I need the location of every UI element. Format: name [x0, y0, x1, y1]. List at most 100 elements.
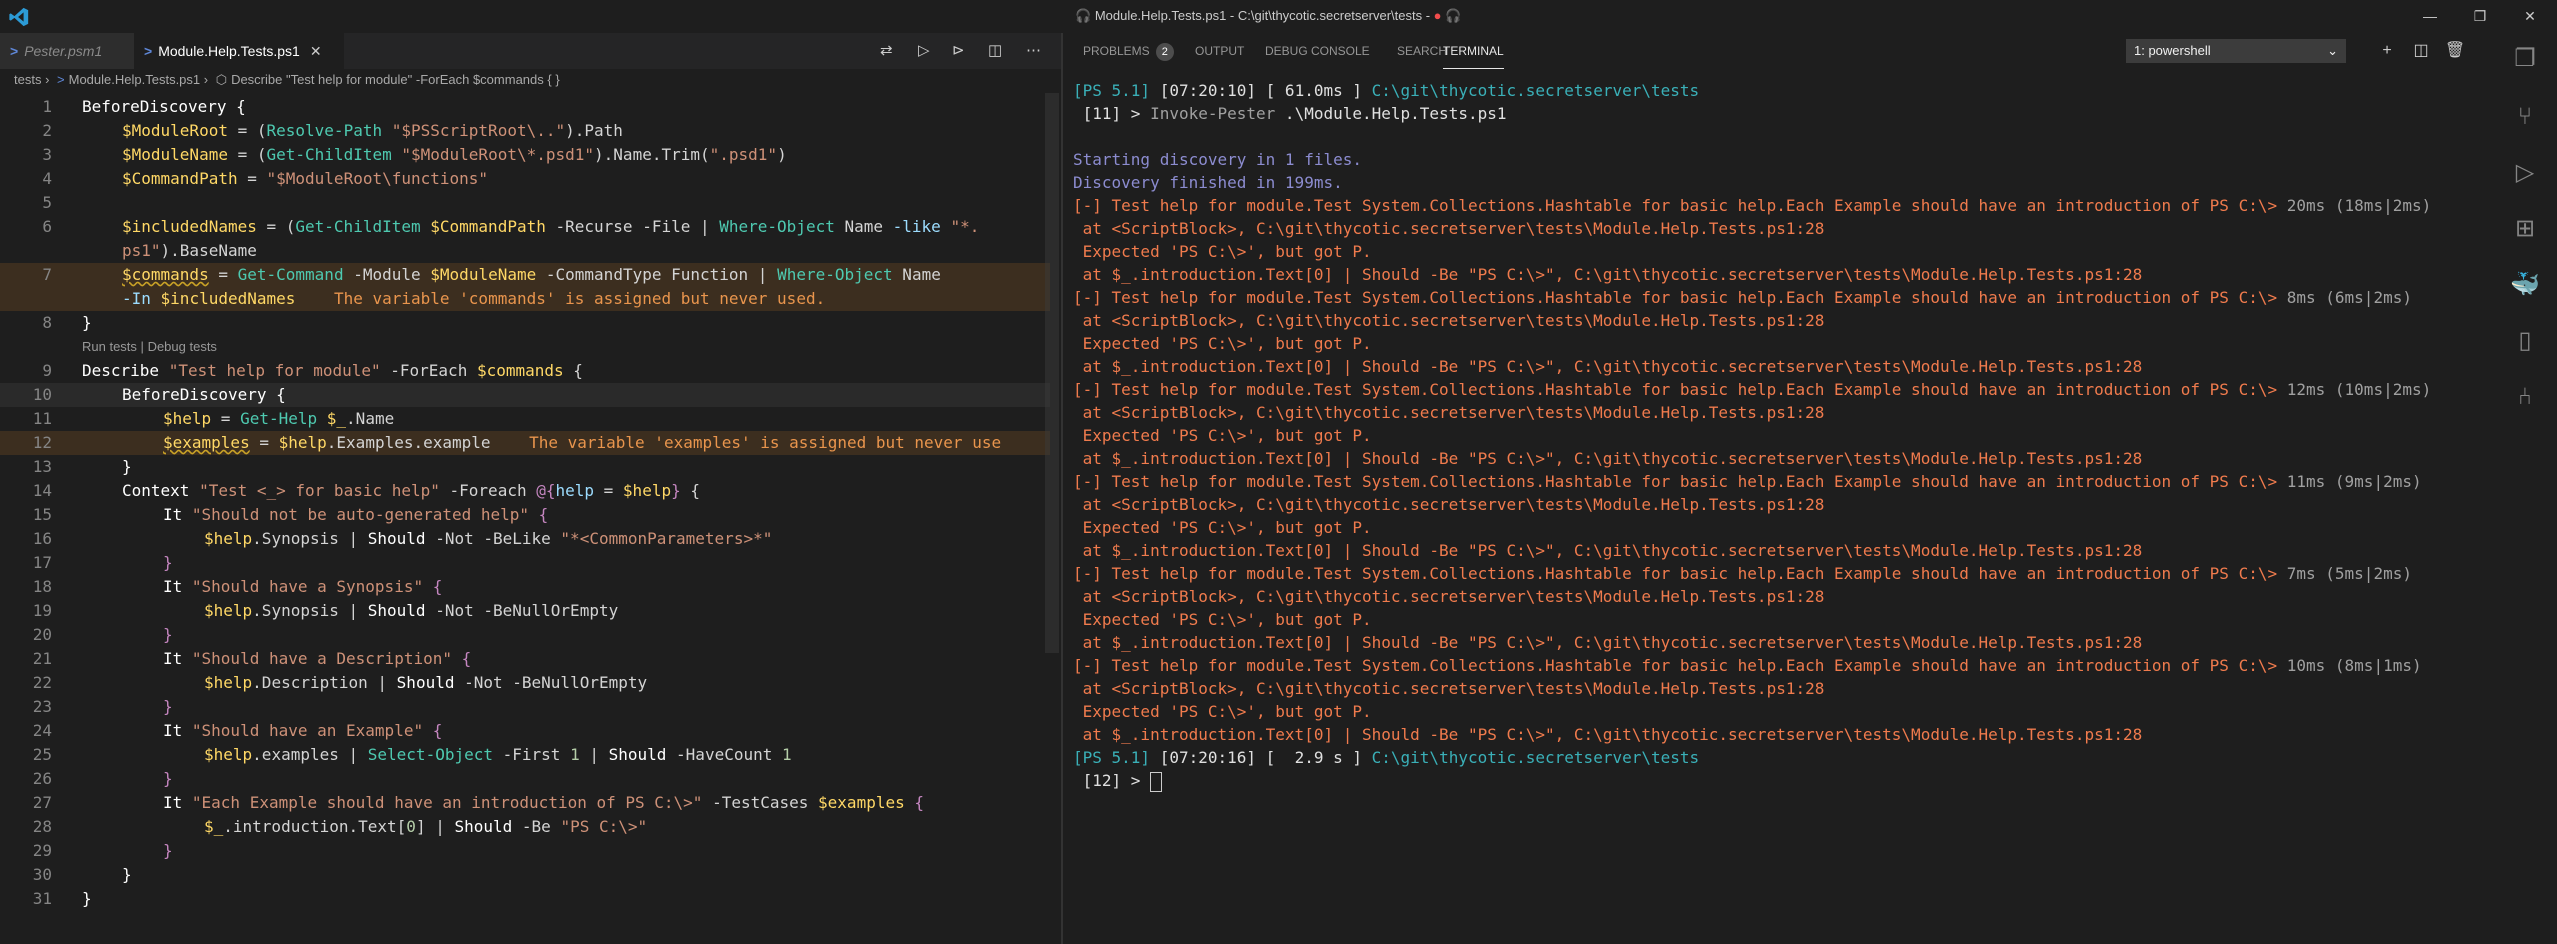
- code-line-31[interactable]: 31}: [0, 887, 1050, 911]
- breadcrumb-file[interactable]: Module.Help.Tests.ps1: [69, 72, 201, 87]
- tab-problems[interactable]: PROBLEMS 2: [1083, 33, 1174, 69]
- code-line-1[interactable]: 1 BeforeDiscovery {: [0, 95, 1050, 119]
- code-line-21[interactable]: 21 It "Should have a Description" {: [0, 647, 1050, 671]
- inline-warning-commands: The variable 'commands' is assigned but …: [295, 289, 826, 308]
- activity-bar: ❐ ⑂ ▷ ⊞ 🐳 ▯ ⑃: [2493, 33, 2557, 944]
- code-line-27[interactable]: 27 It "Each Example should have an introd…: [0, 791, 1050, 815]
- tab-pester-psm1[interactable]: > Pester.psm1: [0, 33, 134, 69]
- tab-debug-console[interactable]: DEBUG CONSOLE: [1265, 33, 1370, 69]
- run-selection-icon[interactable]: ⊳: [952, 33, 965, 69]
- code-line-28[interactable]: 28 $_.introduction.Text[0] | Should -Be "…: [0, 815, 1050, 839]
- tab-module-help-tests[interactable]: > Module.Help.Tests.ps1 ✕: [134, 33, 344, 69]
- debug-tests-link[interactable]: Debug tests: [148, 339, 217, 354]
- tab-output[interactable]: OUTPUT: [1195, 33, 1244, 69]
- docker-icon[interactable]: 🐳: [2493, 259, 2557, 311]
- run-tests-link[interactable]: Run tests: [82, 339, 137, 354]
- code-line-10[interactable]: 10 BeforeDiscovery {: [0, 383, 1050, 407]
- terminal-expected-3: Expected 'PS C:\>', but got P.: [1073, 426, 1372, 445]
- new-terminal-icon[interactable]: +: [2371, 33, 2403, 69]
- terminal-expected-2: Expected 'PS C:\>', but got P.: [1073, 334, 1372, 353]
- breadcrumb-folder[interactable]: tests: [14, 72, 41, 87]
- terminal-fail-3: [-] Test help for module.Test System.Col…: [1073, 380, 2432, 399]
- terminal-output[interactable]: [PS 5.1] [07:20:10] [ 61.0ms ] C:\git\th…: [1073, 79, 2483, 939]
- code-line-17[interactable]: 17}: [0, 551, 1050, 575]
- code-line-6[interactable]: 6 $includedNames = (Get-ChildItem $Comman…: [0, 215, 1050, 239]
- code-line-23[interactable]: 23}: [0, 695, 1050, 719]
- editor-scrollbar[interactable]: [1045, 93, 1059, 653]
- terminal-expected-6: Expected 'PS C:\>', but got P.: [1073, 702, 1372, 721]
- code-line-11[interactable]: 11 $help = Get-Help $_.Name: [0, 407, 1050, 431]
- more-actions-icon[interactable]: ⋯: [1026, 33, 1041, 69]
- code-line-15[interactable]: 15 It "Should not be auto-generated help"…: [0, 503, 1050, 527]
- code-line-12[interactable]: 12 $examples = $help.Examples.example The…: [0, 431, 1050, 455]
- code-line-30[interactable]: 30}: [0, 863, 1050, 887]
- terminal-fail-1: [-] Test help for module.Test System.Col…: [1073, 196, 2432, 215]
- terminal-command-2[interactable]: [12] >: [1073, 769, 1163, 792]
- explorer-icon[interactable]: ❐: [2493, 33, 2557, 85]
- terminal-at-line-6: at $_.introduction.Text[0] | Should -Be …: [1073, 725, 2143, 744]
- code-line-2[interactable]: 2 $ModuleRoot = (Resolve-Path "$PSScriptR…: [0, 119, 1050, 143]
- trash-icon[interactable]: 🗑: [2439, 33, 2471, 69]
- code-line-14[interactable]: 14 Context "Test <_> for basic help" -For…: [0, 479, 1050, 503]
- powershell-file-icon: >: [10, 43, 19, 59]
- tab-search[interactable]: SEARCH: [1397, 33, 1447, 69]
- headphones-icon: 🎧: [1075, 8, 1095, 23]
- code-line-7-wrap[interactable]: -In $includedNames The variable 'command…: [0, 287, 1050, 311]
- terminal-at-block-5: at <ScriptBlock>, C:\git\thycotic.secret…: [1073, 587, 1825, 606]
- extensions-icon[interactable]: ⊞: [2493, 203, 2557, 255]
- bookmark-icon[interactable]: ▯: [2493, 315, 2557, 367]
- code-line-16[interactable]: 16 $help.Synopsis | Should -Not -BeLike "…: [0, 527, 1050, 551]
- code-line-26[interactable]: 26}: [0, 767, 1050, 791]
- terminal-select-dropdown[interactable]: 1: powershell ⌄: [2126, 39, 2346, 63]
- inline-warning-examples: The variable 'examples' is assigned but …: [490, 433, 1002, 452]
- window-title: 🎧 Module.Help.Tests.ps1 - C:\git\thycoti…: [1075, 8, 1462, 23]
- maximize-button[interactable]: ❐: [2456, 0, 2504, 33]
- code-line-25[interactable]: 25 $help.examples | Select-Object -First …: [0, 743, 1050, 767]
- breadcrumb-symbol[interactable]: Describe "Test help for module" -ForEach…: [231, 72, 560, 87]
- code-line-13[interactable]: 13}: [0, 455, 1050, 479]
- terminal-at-block-6: at <ScriptBlock>, C:\git\thycotic.secret…: [1073, 679, 1825, 698]
- terminal-fail-2: [-] Test help for module.Test System.Col…: [1073, 288, 2412, 307]
- open-changes-icon[interactable]: ⇄: [880, 33, 893, 69]
- breadcrumb: tests › > Module.Help.Tests.ps1 › ⬡ Descri…: [14, 72, 560, 87]
- problems-count-badge: 2: [1155, 43, 1174, 61]
- code-line-19[interactable]: 19 $help.Synopsis | Should -Not -BeNullOr…: [0, 599, 1050, 623]
- code-line-20[interactable]: 20}: [0, 623, 1050, 647]
- terminal-at-line-4: at $_.introduction.Text[0] | Should -Be …: [1073, 541, 2143, 560]
- close-window-button[interactable]: ✕: [2506, 0, 2554, 33]
- code-line-5[interactable]: 5: [0, 191, 1050, 215]
- terminal-expected-4: Expected 'PS C:\>', but got P.: [1073, 518, 1372, 537]
- code-line-3[interactable]: 3 $ModuleName = (Get-ChildItem "$ModuleRo…: [0, 143, 1050, 167]
- terminal-prompt-2: [PS 5.1] [07:20:16] [ 2.9 s ] C:\git\thy…: [1073, 748, 1700, 767]
- code-line-18[interactable]: 18 It "Should have a Synopsis" {: [0, 575, 1050, 599]
- terminal-fail-6: [-] Test help for module.Test System.Col…: [1073, 656, 2422, 675]
- code-line-4[interactable]: 4 $CommandPath = "$ModuleRoot\functions": [0, 167, 1050, 191]
- run-debug-icon[interactable]: ▷: [2493, 147, 2557, 199]
- symbol-icon: ⬡: [215, 72, 228, 87]
- code-line-9[interactable]: 9 Describe "Test help for module" -ForEac…: [0, 359, 1050, 383]
- minimize-button[interactable]: —: [2406, 0, 2454, 33]
- pull-request-icon[interactable]: ⑃: [2493, 371, 2557, 423]
- terminal-fail-5: [-] Test help for module.Test System.Col…: [1073, 564, 2412, 583]
- terminal-discovery-start: Starting discovery in 1 files.: [1073, 150, 1362, 169]
- code-line-22[interactable]: 22 $help.Description | Should -Not -BeNul…: [0, 671, 1050, 695]
- terminal-at-line-5: at $_.introduction.Text[0] | Should -Be …: [1073, 633, 2143, 652]
- code-editor[interactable]: 1 BeforeDiscovery { 2 $ModuleRoot = (Resol…: [0, 93, 1061, 944]
- terminal-expected-5: Expected 'PS C:\>', but got P.: [1073, 610, 1372, 629]
- code-line-6-wrap[interactable]: ps1").BaseName: [0, 239, 1050, 263]
- terminal-cursor: [1150, 771, 1163, 792]
- source-control-icon[interactable]: ⑂: [2493, 91, 2557, 143]
- split-terminal-icon[interactable]: ◫: [2405, 33, 2437, 69]
- code-line-7[interactable]: 7 $commands = Get-Command -Module $Module…: [0, 263, 1050, 287]
- terminal-at-line-2: at $_.introduction.Text[0] | Should -Be …: [1073, 357, 2143, 376]
- terminal-at-line-1: at $_.introduction.Text[0] | Should -Be …: [1073, 265, 2143, 284]
- split-editor-icon[interactable]: ◫: [988, 33, 1002, 69]
- tab-terminal[interactable]: TERMINAL: [1443, 33, 1504, 69]
- code-line-29[interactable]: 29}: [0, 839, 1050, 863]
- close-tab-icon[interactable]: ✕: [310, 33, 322, 69]
- run-icon[interactable]: ▷: [918, 33, 930, 69]
- code-line-8[interactable]: 8}: [0, 311, 1050, 335]
- terminal-at-block-1: at <ScriptBlock>, C:\git\thycotic.secret…: [1073, 219, 1825, 238]
- code-line-24[interactable]: 24 It "Should have an Example" {: [0, 719, 1050, 743]
- headphones-icon-2: 🎧: [1445, 8, 1462, 23]
